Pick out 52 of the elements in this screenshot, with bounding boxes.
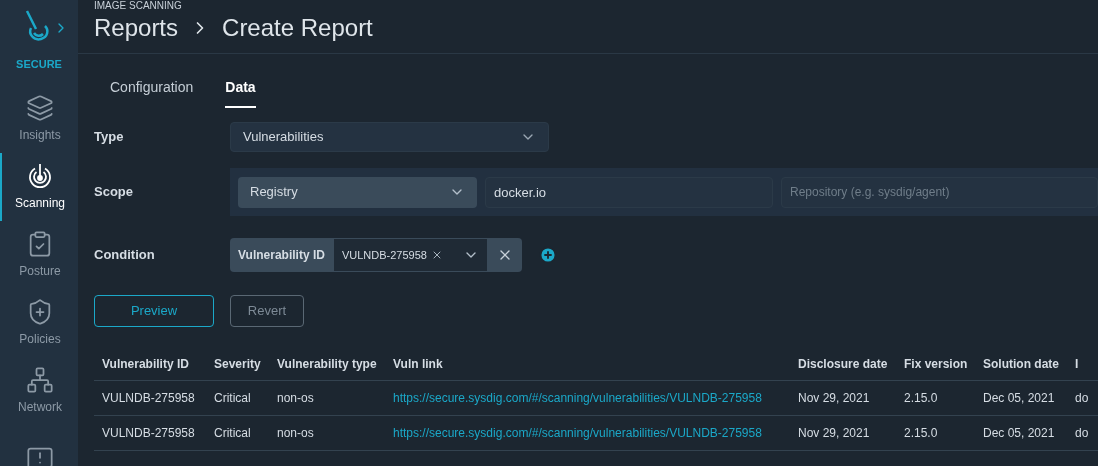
column-header: I (1075, 355, 1080, 373)
brand-label: SECURE (16, 57, 62, 72)
column-header: Solution date (983, 355, 1060, 373)
table-cell-text: non-os (277, 390, 315, 407)
revert-button[interactable]: Revert (230, 295, 304, 327)
type-select[interactable]: Vulnerabilities (230, 122, 549, 152)
table-cell-text: 2.15.0 (904, 390, 939, 407)
layers-icon (26, 93, 54, 122)
tab[interactable]: Data (225, 73, 256, 108)
table-cell-text: Critical (214, 390, 252, 407)
table-cell-text: do (1075, 425, 1090, 442)
table-cell-text: VULNDB-275958 (102, 390, 196, 407)
scanning-icon (26, 161, 54, 190)
vuln-link[interactable]: https://secure.sysdig.com/#/scanning/vulnerabilities/VULNDB-275958 (393, 424, 798, 442)
network-icon (26, 365, 54, 394)
table-cell-text: VULNDB-275958 (102, 425, 196, 442)
nav-item[interactable]: Insights (0, 84, 78, 153)
vuln-link[interactable]: https://secure.sysdig.com/#/scanning/vulnerabilities/VULNDB-275958 (393, 389, 798, 407)
condition-field-label: Vulnerability ID (230, 238, 333, 272)
table-cell-text: Critical (214, 425, 252, 442)
table-cell-text: Dec 05, 2021 (983, 390, 1056, 407)
column-header: Vulnerability type (277, 355, 378, 373)
column-header: Vulnerability ID (102, 355, 190, 373)
column-header: Fix version (904, 355, 969, 373)
value-tag: VULNDB-275958 (341, 246, 427, 264)
nav-item[interactable]: Network (0, 356, 78, 425)
table-cell-text: Nov 29, 2021 (798, 390, 871, 407)
breadcrumb-link[interactable]: Reports (94, 12, 179, 44)
column-header: Severity (214, 355, 262, 373)
page-title: Create Report (222, 13, 373, 43)
nav-item[interactable]: Policies (0, 288, 78, 357)
column-header: Disclosure date (798, 355, 889, 373)
tab[interactable]: Configuration (110, 73, 194, 108)
registry-select[interactable]: Registry (238, 176, 477, 208)
table-cell-text: Dec 05, 2021 (983, 425, 1056, 442)
nav-item[interactable]: Scanning (0, 152, 78, 221)
registry-input[interactable]: docker.io (485, 176, 773, 208)
field-label: Condition (94, 246, 156, 265)
preview-button[interactable]: Preview (94, 295, 214, 327)
add-condition-icon[interactable] (538, 246, 557, 264)
table-cell-text: do (1075, 390, 1090, 407)
table-cell-text: non-os (277, 425, 315, 442)
column-header: Vuln link (393, 355, 444, 373)
nav-item[interactable]: Posture (0, 220, 78, 289)
table-cell-text: 2.15.0 (904, 425, 939, 442)
table-cell-text: Nov 29, 2021 (798, 425, 871, 442)
repository-input[interactable]: Repository (e.g. sysdig/agent) (781, 176, 1098, 208)
section-label: IMAGE SCANNING (94, 0, 183, 12)
condition-value-select[interactable]: VULNDB-275958 (332, 238, 488, 272)
clear-button[interactable] (487, 238, 522, 272)
field-label: Scope (94, 183, 134, 202)
field-label: Type (94, 128, 125, 147)
